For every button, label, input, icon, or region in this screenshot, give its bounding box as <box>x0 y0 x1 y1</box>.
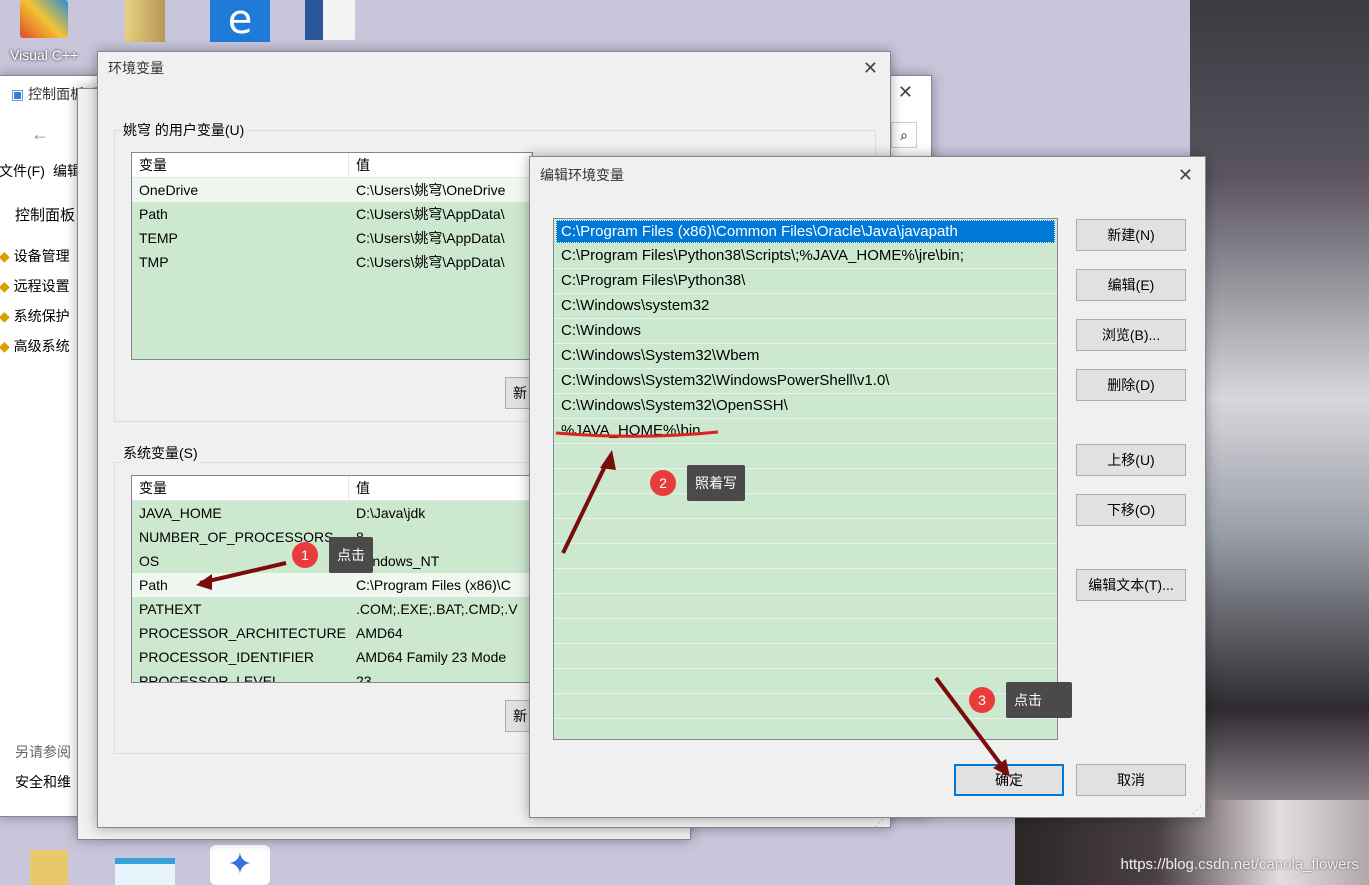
annotation-overlay <box>196 430 1010 777</box>
step-tip-3: 点击 <box>1006 682 1072 718</box>
underline-annotation <box>555 430 719 438</box>
step-tip-2: 照着写 <box>687 465 745 501</box>
step-badge-2: 2 <box>650 470 676 496</box>
arrow-2-head <box>600 450 616 470</box>
arrow-3-head <box>993 759 1010 777</box>
step-tip-1: 点击 <box>329 537 373 573</box>
step-badge-1: 1 <box>292 542 318 568</box>
step-badge-3: 3 <box>969 687 995 713</box>
arrow-1 <box>199 561 287 585</box>
arrow-1-head <box>196 574 212 590</box>
arrow-2 <box>561 459 610 554</box>
